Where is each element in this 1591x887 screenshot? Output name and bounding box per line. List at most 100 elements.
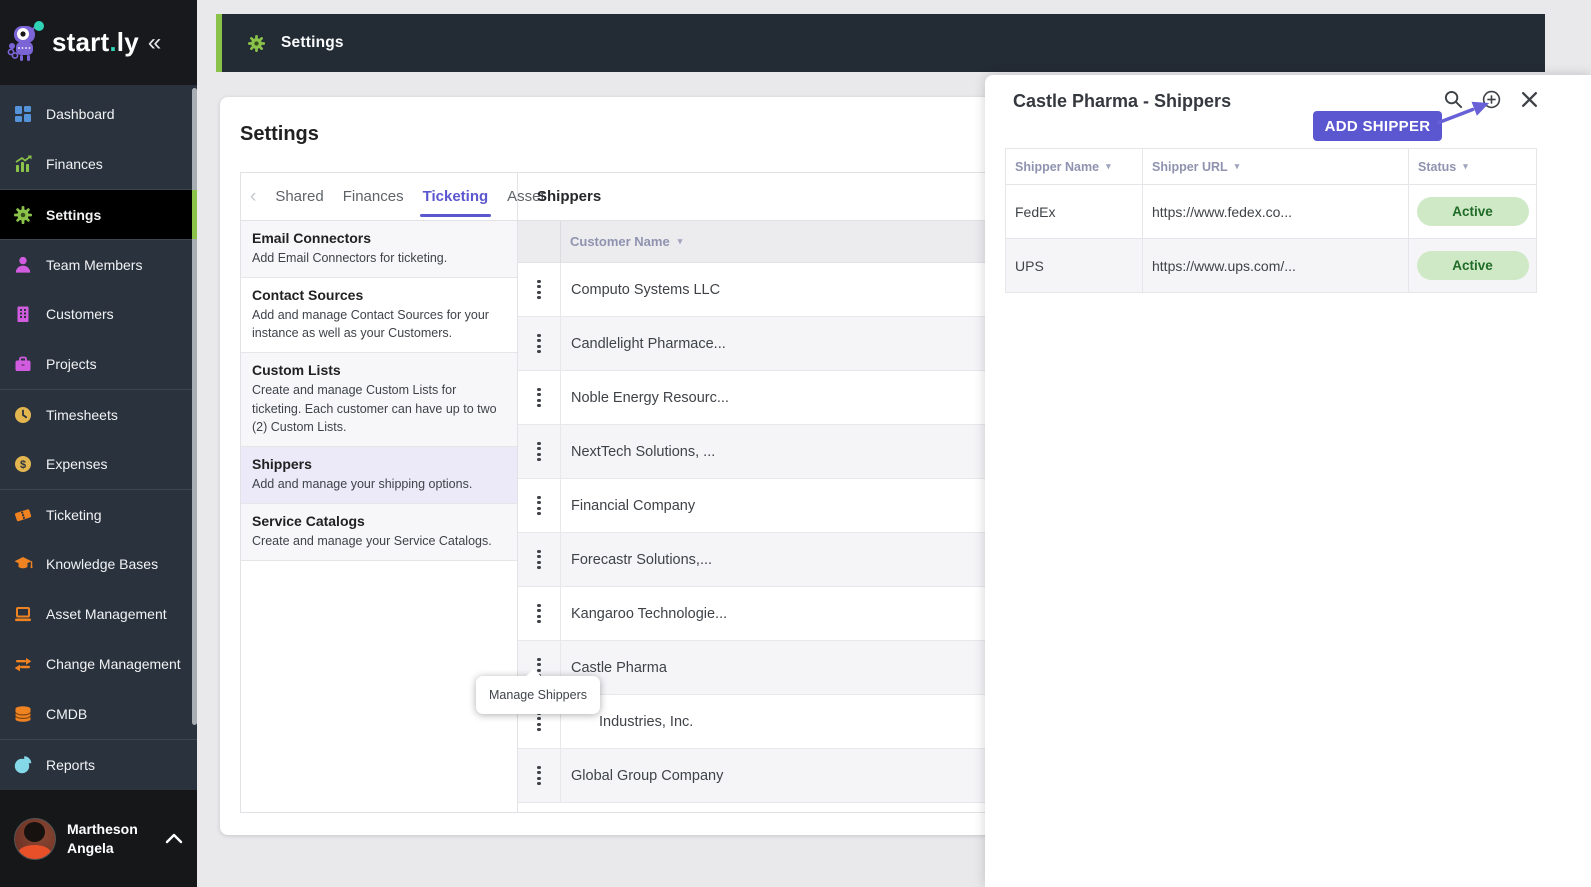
sidebar-item-label: Timesheets [46, 406, 118, 423]
sidebar-item-icon [13, 304, 33, 324]
chevron-up-icon[interactable] [165, 833, 183, 844]
sidebar-item-label: Customers [46, 306, 114, 322]
shipper-url-column-header[interactable]: Shipper URL ▾ [1143, 149, 1409, 184]
page-title: Settings [240, 123, 319, 145]
page-header: Settings [222, 14, 1545, 72]
sidebar-item-icon [13, 205, 33, 225]
customer-name: NextTech Solutions, ... [571, 443, 716, 460]
settings-tab[interactable]: Shared [275, 173, 323, 220]
shippers-panel: Castle Pharma - Shippers ADD SHIPPER Shi… [985, 75, 1591, 887]
user-menu[interactable]: Martheson Angela [0, 790, 197, 887]
app-root: Settings Settings ‹ Shared Finances Tick… [0, 0, 1591, 887]
settings-list-item[interactable]: Shippers Add and manage your shipping op… [241, 446, 517, 504]
row-menu-button[interactable] [518, 479, 561, 532]
shipper-status-cell: Active [1409, 239, 1536, 292]
shipper-row[interactable]: FedEx https://www.fedex.co... Active [1006, 185, 1536, 239]
status-badge: Active [1416, 197, 1529, 226]
settings-item-description: Add and manage Contact Sources for your … [252, 308, 489, 341]
sidebar-item[interactable]: Ticketing [0, 489, 197, 539]
sidebar-item-icon [13, 604, 33, 624]
sidebar-item-icon [13, 554, 33, 574]
sidebar-item[interactable]: Knowledge Bases [0, 539, 197, 589]
manage-shippers-tooltip: Manage Shippers [476, 676, 600, 714]
settings-item-description: Add and manage your shipping options. [252, 476, 473, 491]
row-menu-button[interactable] [518, 587, 561, 640]
panel-title: Castle Pharma - Shippers [1013, 91, 1232, 111]
settings-item-title: Shippers [252, 455, 312, 472]
sort-icon[interactable]: ▾ [1235, 161, 1240, 172]
row-menu-column-header [518, 221, 561, 262]
sidebar-item[interactable]: Change Management [0, 639, 197, 689]
settings-item-title: Custom Lists [252, 362, 341, 379]
row-menu-button[interactable] [518, 371, 561, 424]
settings-list-item[interactable]: Service Catalogs Create and manage your … [241, 503, 517, 561]
shipper-row[interactable]: UPS https://www.ups.com/... Active [1006, 239, 1536, 293]
sidebar-item[interactable]: Timesheets [0, 389, 197, 439]
settings-item-description: Add Email Connectors for ticketing. [252, 251, 448, 265]
customer-name: Kangaroo Technologie... [571, 605, 728, 622]
settings-item-description: Create and manage your Service Catalogs. [252, 533, 492, 548]
sidebar-item-label: Finances [46, 156, 103, 172]
sidebar-item[interactable]: Expenses [0, 439, 197, 489]
sidebar-item-icon [13, 505, 33, 525]
sidebar-item-label: Projects [46, 356, 97, 372]
sidebar-item-icon [13, 104, 33, 124]
status-column-header[interactable]: Status ▾ [1409, 149, 1536, 184]
sidebar-item[interactable]: Finances [0, 139, 197, 189]
settings-list-item[interactable]: Contact Sources Add and manage Contact S… [241, 278, 517, 354]
sort-icon[interactable]: ▾ [1106, 161, 1111, 172]
row-menu-button[interactable] [518, 749, 561, 802]
sidebar-scrollbar[interactable] [192, 88, 197, 725]
sidebar-item[interactable]: Dashboard [0, 89, 197, 139]
sidebar-item[interactable]: Projects [0, 339, 197, 389]
shipper-url: https://www.fedex.co... [1143, 185, 1409, 238]
sidebar-item-label: Change Management [46, 656, 181, 672]
collapse-sidebar-icon[interactable]: « [148, 30, 161, 55]
sidebar-item[interactable]: Team Members [0, 239, 197, 289]
sidebar-item[interactable]: CMDB [0, 689, 197, 739]
sidebar-item-label: CMDB [46, 706, 88, 722]
sidebar-item[interactable]: Settings [0, 189, 197, 239]
close-icon[interactable] [1520, 90, 1539, 109]
row-menu-button[interactable] [518, 317, 561, 370]
sidebar-item[interactable]: Asset Management [0, 589, 197, 639]
sidebar-item-icon [13, 154, 33, 174]
settings-list-item[interactable]: Email Connectors Add Email Connectors fo… [241, 221, 517, 279]
tooltip-text: Manage Shippers [489, 688, 587, 702]
sidebar-item[interactable]: Reports [0, 739, 197, 789]
settings-list-item[interactable]: Custom Lists Create and manage Custom Li… [241, 353, 517, 447]
sidebar-item-label: Team Members [46, 256, 143, 273]
sort-icon[interactable]: ▾ [678, 236, 683, 247]
shipper-url: https://www.ups.com/... [1143, 239, 1409, 292]
sidebar-item-label: Ticketing [46, 506, 102, 523]
customer-name-column-header[interactable]: Customer Name ▾ [561, 221, 682, 262]
gear-icon [247, 34, 266, 53]
sidebar-item-icon [13, 704, 33, 724]
customer-name: Forecastr Solutions,... [571, 551, 713, 568]
callout-arrow-icon [1436, 101, 1490, 125]
sort-icon[interactable]: ▾ [1463, 161, 1468, 172]
row-menu-button[interactable] [518, 263, 561, 316]
customer-name: Financial Company [571, 497, 696, 514]
shipper-name-header-label: Shipper Name [1015, 159, 1100, 174]
sidebar: start.ly « Dashboard Finances Settings T… [0, 0, 197, 887]
sidebar-item[interactable]: Customers [0, 289, 197, 339]
robot-mascot-icon [7, 20, 44, 61]
sidebar-item-label: Asset Management [46, 606, 167, 622]
sidebar-item-icon [13, 454, 33, 474]
settings-tab[interactable]: Finances [343, 173, 404, 220]
sidebar-item-icon [13, 654, 33, 674]
row-menu-button[interactable] [518, 425, 561, 478]
shippers-table-header: Shipper Name ▾ Shipper URL ▾ Status ▾ [1006, 149, 1536, 185]
customer-name: Noble Energy Resourc... [571, 389, 729, 406]
row-menu-button[interactable] [518, 533, 561, 586]
settings-tab[interactable]: Ticketing [419, 173, 491, 220]
header-accent-stripe [216, 14, 222, 72]
settings-item-description: Create and manage Custom Lists for ticke… [252, 383, 497, 434]
tab-scroll-left-icon[interactable]: ‹ [250, 187, 256, 206]
sidebar-item-icon [13, 255, 33, 275]
sidebar-item-label: Knowledge Bases [46, 556, 159, 572]
customer-name: Computo Systems LLC [571, 281, 721, 298]
shipper-name-column-header[interactable]: Shipper Name ▾ [1006, 149, 1143, 184]
settings-categories-column: ‹ Shared Finances Ticketing Asset › Emai… [241, 173, 570, 812]
